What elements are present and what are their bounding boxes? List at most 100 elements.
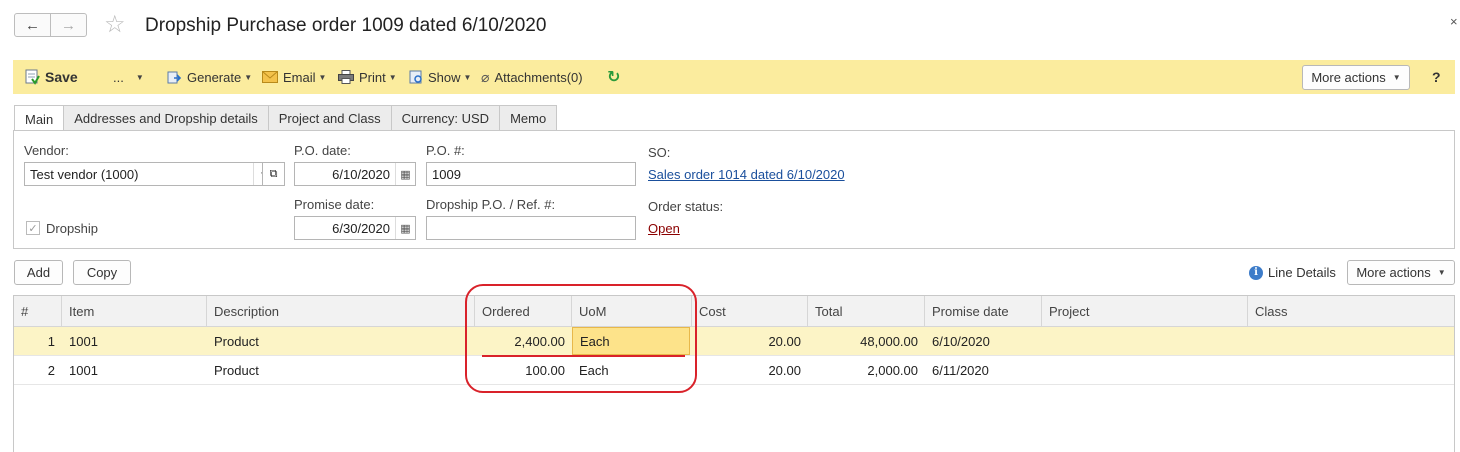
column-header-description[interactable]: Description [207,296,475,326]
vendor-label: Vendor: [24,143,69,158]
chevron-down-icon: ▼ [135,72,144,82]
row-number: 2 [47,362,55,378]
envelope-icon [262,71,278,83]
tab-addresses-dropship[interactable]: Addresses and Dropship details [63,105,269,131]
column-header-promise-date[interactable]: Promise date [925,296,1042,326]
table-header: # Item Description Ordered UoM Cost Tota… [14,296,1454,327]
line-items-table: # Item Description Ordered UoM Cost Tota… [13,295,1455,452]
class-cell[interactable] [1248,327,1454,355]
generate-label: Generate [187,69,242,85]
email-label: Email [283,69,316,85]
description-cell[interactable]: Product [207,327,475,355]
calendar-icon[interactable]: ▦ [395,163,415,185]
description-cell[interactable]: Product [207,356,475,384]
promise-date-field[interactable]: 6/30/2020 ▦ [294,216,416,240]
project-cell[interactable] [1042,356,1248,384]
print-label: Print [359,69,386,85]
chevron-down-icon: ▼ [318,72,327,82]
copy-row-button[interactable]: Copy [73,260,131,285]
po-number-value: 1009 [432,166,461,182]
info-icon: i [1249,265,1263,280]
save-button[interactable]: Save [24,60,78,94]
attachments-button[interactable]: ⌀ Attachments(0) [481,60,583,94]
column-header-project[interactable]: Project [1042,296,1248,326]
chevron-down-icon: ▼ [1392,73,1401,82]
table-row[interactable]: 1 1001 Product 2,400.00 Each 20.00 48,00… [14,327,1454,356]
more-actions-label: More actions [1356,265,1431,280]
class-cell[interactable] [1248,356,1454,384]
dropship-checkbox[interactable]: ✓ [26,221,40,235]
item-cell[interactable]: 1001 [62,356,207,384]
tab-project-class[interactable]: Project and Class [267,105,392,131]
more-actions-button[interactable]: More actions ▼ [1302,65,1410,90]
command-bar: Save ... ▼ Generate ▼ Email ▼ Print ▼ Show ▼ … [13,60,1455,94]
po-number-field[interactable]: 1009 [426,162,636,186]
dropship-ref-label: Dropship P.O. / Ref. #: [426,197,556,212]
tab-main[interactable]: Main [14,105,65,132]
add-row-button[interactable]: Add [14,260,63,285]
po-date-value: 6/10/2020 [332,166,390,182]
dropship-label: Dropship [46,221,99,236]
printer-icon [338,70,354,84]
po-number-label: P.O. #: [426,143,465,158]
tab-memo[interactable]: Memo [499,105,558,131]
email-button[interactable]: Email ▼ [262,60,326,94]
print-button[interactable]: Print ▼ [338,60,397,94]
arrow-right-icon: → [61,16,76,34]
sales-order-link[interactable]: Sales order 1014 dated 6/10/2020 [648,167,845,182]
dots-label: ... [113,69,124,85]
checkmark-icon: ✓ [28,222,38,235]
generate-button[interactable]: Generate ▼ [167,60,252,94]
table-row[interactable]: 2 1001 Product 100.00 Each 20.00 2,000.0… [14,356,1454,385]
po-date-field[interactable]: 6/10/2020 ▦ [294,162,416,186]
cost-cell[interactable]: 20.00 [692,327,808,355]
column-header-class[interactable]: Class [1248,296,1454,326]
generate-icon [167,71,182,83]
cost-cell[interactable]: 20.00 [692,356,808,384]
arrow-left-icon: ← [25,16,40,34]
back-button[interactable]: ← [15,14,51,36]
page-title: Dropship Purchase order 1009 dated 6/10/… [145,15,547,36]
forward-button[interactable]: → [51,14,86,36]
more-actions-label: More actions [1311,70,1386,85]
tab-currency[interactable]: Currency: USD [390,105,501,131]
project-cell[interactable] [1042,327,1248,355]
column-header-number[interactable]: # [14,296,62,326]
order-status-link[interactable]: Open [648,221,680,236]
more-commands-button[interactable]: ... ▼ [113,60,144,94]
promise-date-label: Promise date: [294,197,375,212]
chevron-down-icon: ▼ [463,72,472,82]
paperclip-icon: ⌀ [481,68,490,85]
so-label: SO: [648,145,671,160]
chevron-down-icon: ▼ [388,72,397,82]
attachments-label: Attachments(0) [494,69,583,85]
po-date-label: P.O. date: [294,143,351,158]
item-cell[interactable]: 1001 [62,327,207,355]
calendar-icon[interactable]: ▦ [395,217,415,239]
open-vendor-button[interactable]: ⧉ [262,162,285,186]
order-status-label: Order status: [648,199,724,214]
refresh-button[interactable]: ↻ [607,60,620,94]
annotation-underline [482,355,685,357]
show-button[interactable]: Show ▼ [409,60,471,94]
promise-date-value: 6/30/2020 [332,220,390,236]
help-button[interactable]: ? [1432,60,1441,94]
promise-date-cell[interactable]: 6/10/2020 [925,327,1042,355]
line-details-label: Line Details [1268,265,1336,280]
dropship-ref-field[interactable] [426,216,636,240]
promise-date-cell[interactable]: 6/11/2020 [925,356,1042,384]
vendor-field[interactable]: Test vendor (1000) ▼ [24,162,274,186]
table-more-actions-button[interactable]: More actions ▼ [1347,260,1455,285]
line-details-button[interactable]: i Line Details [1249,260,1336,285]
column-header-item[interactable]: Item [62,296,207,326]
annotation-highlight-oval [465,284,697,393]
row-number: 1 [47,333,55,349]
refresh-icon: ↻ [607,69,621,86]
close-icon[interactable]: × [1450,14,1458,29]
main-form-panel: Vendor: Test vendor (1000) ▼ ⧉ P.O. date… [13,130,1455,249]
column-header-cost[interactable]: Cost [692,296,808,326]
favorite-star-icon[interactable]: ☆ [104,13,126,37]
column-header-total[interactable]: Total [808,296,925,326]
history-nav: ← → [14,13,87,37]
show-label: Show [428,69,461,85]
